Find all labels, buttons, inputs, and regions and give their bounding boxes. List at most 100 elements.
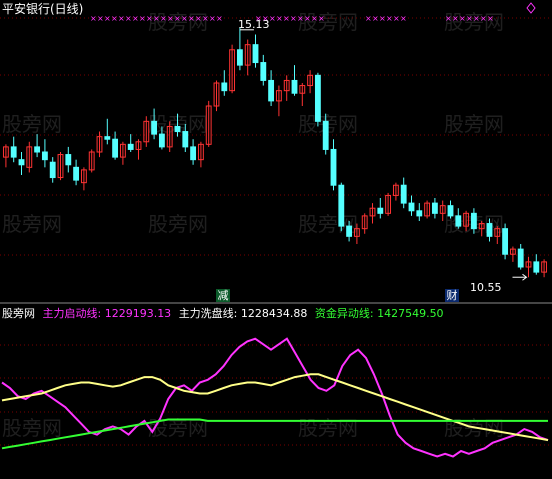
candle-body-down [221,82,228,92]
signal-marker: × [269,14,276,23]
signal-marker: × [487,14,494,23]
diamond-icon [526,2,536,14]
signal-marker: × [153,14,160,23]
legend-main-wash: 主力洗盘线: 1228434.88 [178,307,308,320]
signal-marker: × [473,14,480,23]
signal-marker: × [283,14,290,23]
candle-body-down [252,44,259,64]
signal-marker: × [318,14,325,23]
candle [275,85,282,117]
candle-body-down [291,79,298,94]
candle [205,100,212,147]
candle [127,134,134,152]
candle-body-down [455,215,462,227]
price-high-label: 15.13 [238,18,270,31]
signal-marker: × [188,14,195,23]
candle [486,218,493,242]
candle [236,27,243,71]
indicator-lines [1,337,549,458]
signal-marker: × [459,14,466,23]
candle-body-down [330,148,337,186]
candle [392,182,399,201]
candle [229,44,236,94]
candle [447,200,454,219]
signal-marker: × [104,14,111,23]
signal-marker: × [195,14,202,23]
candle-body-down [104,136,111,140]
candle [369,203,376,224]
candle [190,139,197,165]
stock-indicator-screen: { "title": "平安银行(日线)", "watermark": "股旁网… [0,0,552,479]
candle-body-down [34,146,41,153]
candle [197,141,204,168]
candle [346,221,353,242]
candle [377,198,384,219]
yellow-wash-line [1,373,549,442]
signal-marker: × [209,14,216,23]
candle-body-down [408,202,415,212]
candle [307,70,314,94]
indicator-legend: 股旁网 主力启动线: 1229193.13 主力洗盘线: 1228434.88 … [2,305,448,321]
candle [509,246,516,262]
signal-marker: × [174,14,181,23]
candle [41,139,48,168]
magenta-start-line [1,337,549,458]
grid-lines [0,17,552,446]
candle [260,54,267,86]
candle-body-down [10,146,17,158]
candle [2,144,9,168]
legend-main-start: 主力启动线: 1229193.13 [42,307,172,320]
candle-body-down [260,62,267,81]
candle-body-down [73,166,80,181]
signal-marker: × [202,14,209,23]
candle-body-down [338,184,345,227]
candle [119,141,126,165]
signal-marker: × [379,14,386,23]
candle [49,157,56,183]
candle-body-down [517,248,524,268]
candle [439,200,446,221]
candle [221,70,228,96]
candle [213,80,220,112]
legend-fund-flow: 资金异动线: 1427549.50 [314,307,444,320]
signal-marker: × [139,14,146,23]
signal-marker: × [181,14,188,23]
signal-marker: × [386,14,393,23]
signal-marker: × [290,14,297,23]
candle [353,223,360,244]
candle [57,152,64,181]
candle [408,195,415,216]
reduce-signal-badge: 减 [216,289,230,302]
candle-body-down [268,79,275,102]
signal-marker: × [393,14,400,23]
candle-body-down [400,184,407,204]
signal-marker: × [125,14,132,23]
candle [80,167,87,191]
signal-marker: × [146,14,153,23]
candle [400,177,407,209]
signal-marker: × [111,14,118,23]
signal-marker: × [160,14,167,23]
signal-marker: × [297,14,304,23]
candle-body-down [158,133,165,148]
candle [361,213,368,234]
candle-body-down [65,154,72,166]
signal-marker: × [276,14,283,23]
candle [104,118,111,145]
candle-body-down [533,261,540,273]
candle-body-down [127,143,134,150]
signal-marker: × [311,14,318,23]
candle [431,198,438,219]
candle-body-down [174,125,181,133]
candle [299,83,306,106]
candle [73,159,80,186]
chart-canvas[interactable]: × × × × × × × × × × × × × × × × × × × × × × × × × × × × × × × × × × × × × × × ×… [0,0,552,479]
candle-body-down [112,138,119,158]
candle-body-down [416,210,423,217]
candle [283,75,290,101]
signal-marker: × [452,14,459,23]
signal-marker: × [480,14,487,23]
candle [291,65,298,96]
candle [10,136,17,163]
candle [322,113,329,155]
